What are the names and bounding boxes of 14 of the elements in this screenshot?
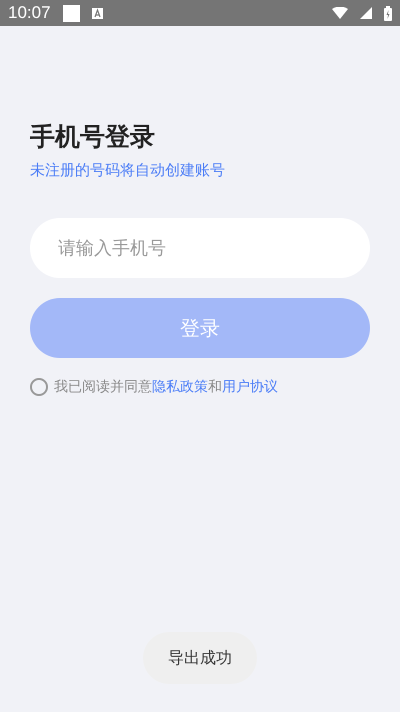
battery-icon — [384, 6, 392, 20]
toast-message: 导出成功 — [143, 632, 257, 684]
notification-icon — [62, 4, 80, 22]
page-title: 手机号登录 — [30, 121, 156, 153]
status-time: 10:07 — [8, 3, 51, 23]
agreement-text: 我已阅读并同意隐私政策和用户协议 — [54, 378, 278, 396]
phone-input-field[interactable]: 请输入手机号 — [30, 218, 370, 278]
subtitle: 未注册的号码将自动创建账号 — [30, 160, 226, 180]
wifi-icon — [332, 7, 348, 19]
agreement-checkbox[interactable] — [30, 378, 48, 396]
signal-icon — [360, 7, 372, 19]
notification-icon — [92, 8, 103, 18]
privacy-policy-link[interactable]: 隐私政策 — [152, 379, 208, 395]
user-agreement-link[interactable]: 用户协议 — [222, 379, 278, 395]
